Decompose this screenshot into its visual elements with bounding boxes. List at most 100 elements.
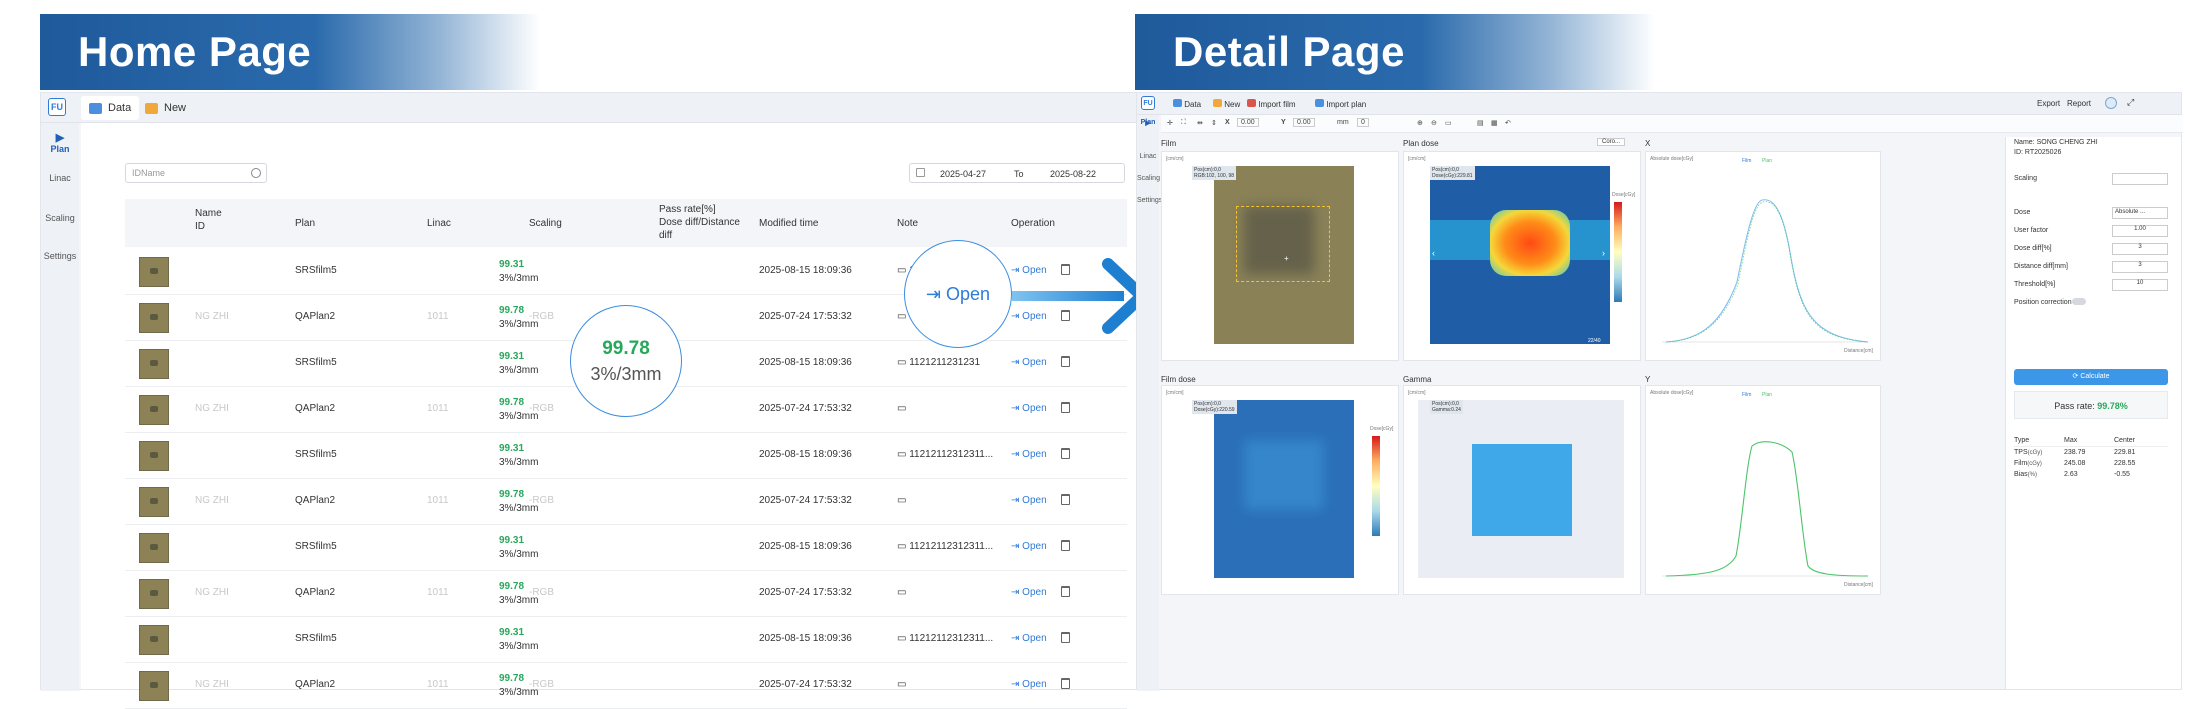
search-input[interactable]: IDName bbox=[125, 163, 267, 183]
open-link[interactable]: ⇥ Open bbox=[1011, 449, 1047, 460]
sidebar-item-plan[interactable]: ▶ Plan bbox=[41, 131, 79, 154]
gamma-panel[interactable]: [cm/cm] Pos(cm):0,0 Gamma:0.24 bbox=[1403, 385, 1641, 595]
legend-film: Film bbox=[1742, 158, 1752, 164]
ruler-icon[interactable]: ▭ bbox=[1445, 119, 1452, 127]
layout-icon[interactable]: ▤ bbox=[1477, 119, 1484, 127]
delete-icon[interactable] bbox=[1061, 678, 1070, 689]
legend-plan: Plan bbox=[1762, 158, 1773, 164]
sidebar-item-linac[interactable]: Linac bbox=[41, 173, 79, 183]
sidebar-item-scaling[interactable]: Scaling bbox=[41, 213, 79, 223]
note-icon[interactable]: ▭ bbox=[897, 587, 906, 598]
detail-sidebar-settings[interactable]: Settings bbox=[1137, 197, 1162, 204]
open-link[interactable]: ⇥ Open bbox=[1011, 587, 1047, 598]
stats-row: TPS(cGy) 238.79 229.81 bbox=[2014, 449, 2136, 456]
film-roi[interactable] bbox=[1236, 206, 1330, 282]
plan-badge: 22/40 bbox=[1588, 338, 1601, 344]
fullscreen-icon[interactable]: ⤢ bbox=[2127, 97, 2134, 108]
detail-tab-new[interactable]: New bbox=[1213, 99, 1240, 109]
cell-modified: 2025-08-15 18:09:36 bbox=[759, 265, 852, 276]
delete-icon[interactable] bbox=[1061, 494, 1070, 505]
detail-sidebar-plan[interactable]: ▶ Plan bbox=[1137, 119, 1159, 127]
user-avatar[interactable] bbox=[2105, 97, 2117, 109]
y-offset-input[interactable]: 0.00 bbox=[1293, 118, 1315, 127]
delete-icon[interactable] bbox=[1061, 356, 1070, 367]
date-range[interactable]: 2025-04-27 To 2025-08-22 bbox=[909, 163, 1125, 183]
threshold-stepper[interactable]: 10 bbox=[2112, 279, 2168, 291]
report-button[interactable]: Report bbox=[2067, 99, 2091, 108]
note-icon[interactable]: ▭ bbox=[897, 311, 906, 322]
dose-diff-stepper[interactable]: 3 bbox=[2112, 243, 2168, 255]
delete-icon[interactable] bbox=[1061, 632, 1070, 643]
tab-data[interactable]: Data bbox=[81, 96, 140, 120]
delete-icon[interactable] bbox=[1061, 586, 1070, 597]
table-row[interactable]: SRSfilm5 99.31 3%/3mm 2025-08-15 18:09:36… bbox=[125, 525, 1127, 571]
date-from[interactable]: 2025-04-27 bbox=[940, 169, 986, 179]
col-scaling: Scaling bbox=[529, 218, 562, 229]
flip-v-icon[interactable]: ⇕ bbox=[1211, 119, 1217, 127]
detail-sidebar-scaling[interactable]: Scaling bbox=[1137, 175, 1160, 182]
export-button[interactable]: Export bbox=[2037, 99, 2060, 108]
distance-diff-stepper[interactable]: 3 bbox=[2112, 261, 2168, 273]
film-thumbnail bbox=[139, 671, 169, 701]
note-icon[interactable]: ▭ bbox=[897, 265, 906, 276]
table-row[interactable]: SRSfilm5 99.31 3%/3mm 2025-08-15 18:09:36… bbox=[125, 617, 1127, 663]
zoom-in-icon[interactable]: ⊕ bbox=[1417, 119, 1423, 127]
import-film-button[interactable]: Import film bbox=[1247, 99, 1296, 109]
table-row[interactable]: NG ZHI QAPlan2 1011 -RGB 99.78 3%/3mm 202… bbox=[125, 571, 1127, 617]
grid-icon[interactable]: ▦ bbox=[1491, 119, 1498, 127]
data-icon bbox=[89, 102, 102, 114]
position-correction-toggle[interactable] bbox=[2072, 298, 2086, 305]
note-icon[interactable]: ▭ bbox=[897, 357, 906, 368]
date-to[interactable]: 2025-08-22 bbox=[1050, 169, 1096, 179]
import-plan-button[interactable]: Import plan bbox=[1315, 99, 1366, 109]
delete-icon[interactable] bbox=[1061, 540, 1070, 551]
note-icon[interactable]: ▭ bbox=[897, 403, 906, 414]
dose-select[interactable]: Absolute ... bbox=[2112, 207, 2168, 219]
detail-tab-data[interactable]: Data bbox=[1173, 99, 1201, 109]
table-row[interactable]: NG ZHI QAPlan2 1011 -RGB 99.78 3%/3mm 202… bbox=[125, 663, 1127, 709]
note-icon[interactable]: ▭ bbox=[897, 495, 906, 506]
orientation-select[interactable]: Coro... bbox=[1597, 138, 1626, 146]
cell-plan: QAPlan2 bbox=[295, 403, 336, 414]
delete-icon[interactable] bbox=[1061, 402, 1070, 413]
open-link[interactable]: ⇥ Open bbox=[1011, 403, 1047, 414]
plan-dose-panel[interactable]: [cm/cm] Pos(cm):0,0 Dose(cGy):229.81 Dos… bbox=[1403, 151, 1641, 361]
note-icon[interactable]: ▭ bbox=[897, 679, 906, 690]
dose-diff-label: Dose diff[%] bbox=[2014, 245, 2052, 252]
fit-icon[interactable]: ⛶ bbox=[1181, 119, 1186, 127]
open-link[interactable]: ⇥ Open bbox=[1011, 633, 1047, 644]
calculate-button[interactable]: ⟳ Calculate bbox=[2014, 369, 2168, 385]
film-dose-title: Film dose bbox=[1161, 375, 1196, 384]
table-row[interactable]: NG ZHI QAPlan2 1011 -RGB 99.78 3%/3mm 202… bbox=[125, 479, 1127, 525]
note-icon[interactable]: ▭ bbox=[897, 449, 906, 460]
table-row[interactable]: SRSfilm5 99.31 3%/3mm 2025-08-15 18:09:36… bbox=[125, 433, 1127, 479]
prev-slice-icon[interactable]: ‹ bbox=[1432, 248, 1435, 258]
tab-new[interactable]: New bbox=[137, 96, 194, 120]
angle-input[interactable]: 0 bbox=[1357, 118, 1369, 127]
next-slice-icon[interactable]: › bbox=[1602, 248, 1605, 258]
delete-icon[interactable] bbox=[1061, 448, 1070, 459]
sidebar-item-settings[interactable]: Settings bbox=[41, 251, 79, 261]
film-dose-panel[interactable]: [cm/cm] Pos(cm):0,0 Dose(cGy):220.59 Dos… bbox=[1161, 385, 1399, 595]
note-icon[interactable]: ▭ bbox=[897, 633, 906, 644]
note-icon[interactable]: ▭ bbox=[897, 541, 906, 552]
x-offset-input[interactable]: 0.00 bbox=[1237, 118, 1259, 127]
detail-sidebar-linac[interactable]: Linac bbox=[1137, 153, 1159, 160]
film-title: Film bbox=[1161, 139, 1177, 148]
zoom-out-icon[interactable]: ⊖ bbox=[1431, 119, 1437, 127]
crosshair-icon[interactable]: ✛ bbox=[1167, 119, 1173, 127]
film-panel[interactable]: [cm/cm] Pos(cm):0,0 RGB:102, 100, 98 + bbox=[1161, 151, 1399, 361]
user-factor-input[interactable]: 1.00 bbox=[2112, 225, 2168, 237]
cell-plan: SRSfilm5 bbox=[295, 541, 337, 552]
patient-id: RT2025026 bbox=[2024, 149, 2062, 156]
scaling-select[interactable] bbox=[2112, 173, 2168, 185]
zoom-pass-value: 99.78 bbox=[602, 337, 650, 359]
undo-icon[interactable]: ↶ bbox=[1505, 119, 1511, 127]
import-plan-icon bbox=[1315, 99, 1324, 107]
open-zoom: ⇥ Open bbox=[904, 240, 1012, 348]
open-link[interactable]: ⇥ Open bbox=[1011, 495, 1047, 506]
open-link[interactable]: ⇥ Open bbox=[1011, 541, 1047, 552]
open-link[interactable]: ⇥ Open bbox=[1011, 357, 1047, 368]
open-link[interactable]: ⇥ Open bbox=[1011, 679, 1047, 690]
flip-h-icon[interactable]: ⇹ bbox=[1197, 119, 1203, 127]
